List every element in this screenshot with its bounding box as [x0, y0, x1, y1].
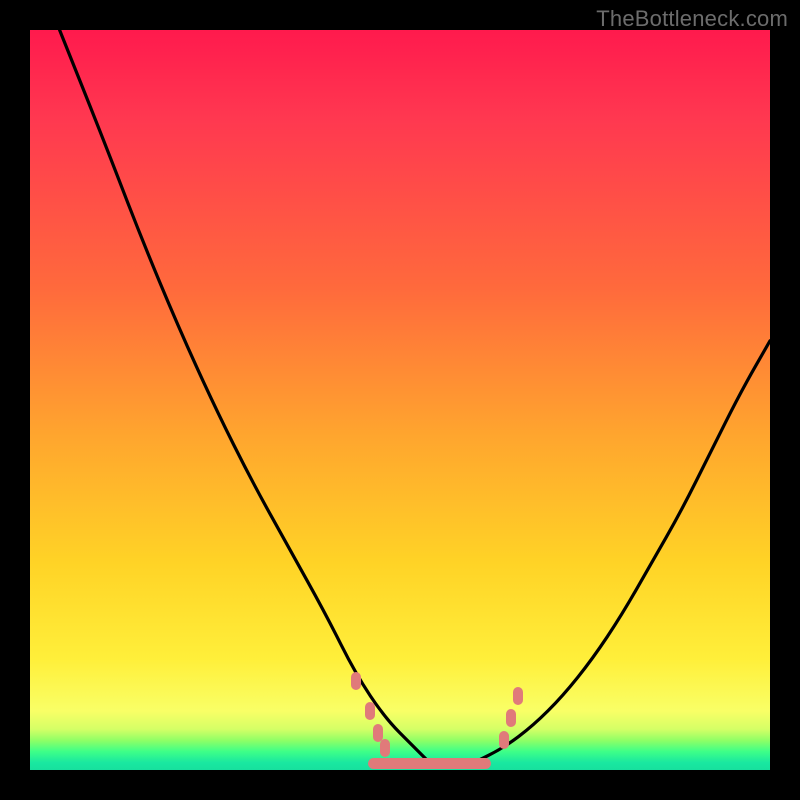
trough-marker	[365, 702, 375, 720]
trough-marker	[351, 672, 361, 690]
trough-marker	[499, 731, 509, 749]
trough-marker	[513, 687, 523, 705]
trough-marker	[380, 739, 390, 757]
bottleneck-curves	[30, 30, 770, 770]
trough-marker	[506, 709, 516, 727]
chart-outer-frame: TheBottleneck.com	[0, 0, 800, 800]
plot-area	[30, 30, 770, 770]
watermark-text: TheBottleneck.com	[596, 6, 788, 32]
left-curve	[60, 30, 430, 763]
floor-band	[368, 758, 490, 769]
